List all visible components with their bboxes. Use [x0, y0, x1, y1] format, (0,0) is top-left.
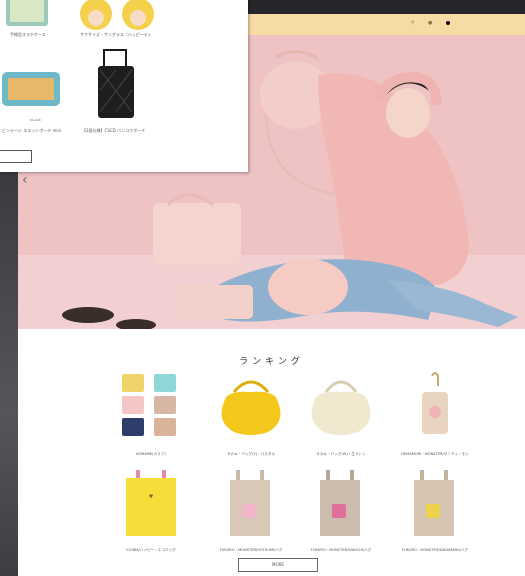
- product-thumb: [230, 470, 270, 536]
- product-caption: DEMAMORI・MONSTER/サニティ・モン: [401, 452, 469, 456]
- product-thumb: [320, 470, 360, 536]
- product-thumb: ♥: [126, 470, 176, 536]
- ranking-title: ランキング: [239, 357, 304, 367]
- background-strip: [0, 170, 18, 576]
- chevron-left-icon[interactable]: ‹: [22, 172, 28, 188]
- product-thumb: [221, 380, 281, 435]
- product-thumb: [422, 372, 448, 434]
- overlay-caption-4: 【2段仕様】CSCD バンコクポーチ: [82, 128, 146, 133]
- search-icon[interactable]: ⚲: [411, 20, 415, 26]
- product-caption: FUKURO・MONSTER/KAKAMARU/ハグ: [401, 548, 469, 552]
- product-thumb: [311, 380, 371, 435]
- product-caption: サカキ・バッグ(W)・生ドトン: [316, 452, 366, 456]
- background-strip-top: [248, 0, 525, 14]
- product-caption: ICHIBA/ハッピー・エコバッグ: [126, 548, 176, 552]
- product-caption: FUKURO・MONSTER/SAKICHI/ハグ: [310, 548, 372, 552]
- overlay-screenshot: 手帳型スマホケース サクサイズ・サングラス（ハッピーティ ¥1,100 ビンテー…: [0, 0, 248, 172]
- overlay-caption-3: ビンテージ スエットポーチ mini: [2, 128, 62, 133]
- product-caption: KOMAME(カラフ): [136, 452, 166, 456]
- product-caption: FUKURO・MONSTER/HOTSUMI/ハグ: [219, 548, 283, 552]
- product-caption: サカキ・バッグ(Y)・パスタル: [226, 452, 276, 456]
- price-tag: ¥1,100: [30, 118, 41, 122]
- overlay-caption-1: 手帳型スマホケース: [10, 32, 46, 37]
- more-button[interactable]: MORE: [238, 558, 318, 572]
- product-thumb: [122, 374, 176, 436]
- user-icon[interactable]: ●: [428, 20, 432, 26]
- cart-icon[interactable]: [446, 21, 450, 25]
- overlay-caption-2: サクサイズ・サングラス（ハッピーティ: [80, 32, 152, 37]
- svg-text:♥: ♥: [149, 494, 154, 500]
- overlay-more-button[interactable]: [0, 150, 32, 163]
- product-thumb: [414, 470, 454, 536]
